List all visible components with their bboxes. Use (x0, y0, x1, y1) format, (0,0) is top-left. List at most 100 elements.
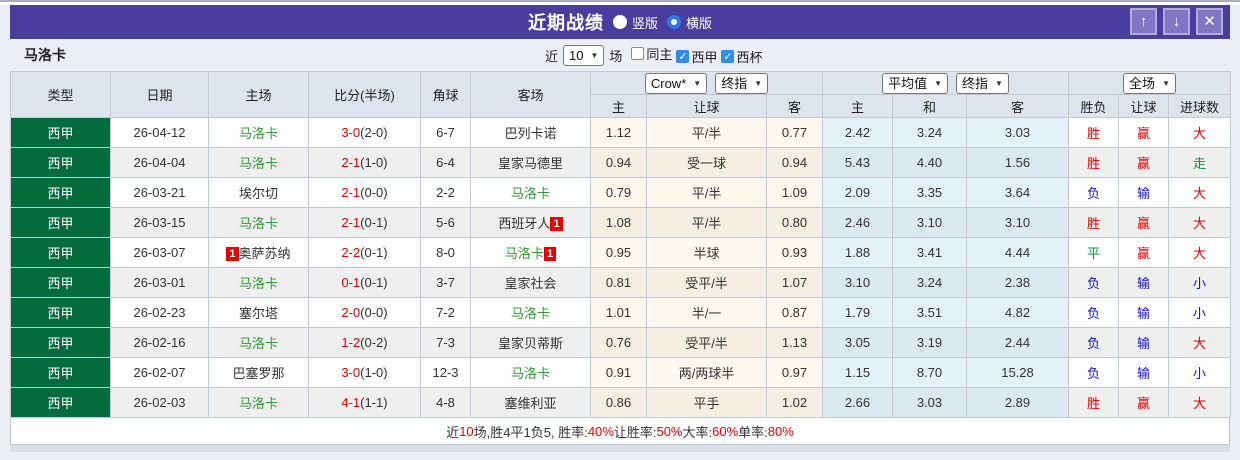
outcome-text: 胜 (1086, 156, 1100, 171)
full-match-select[interactable]: 全场 ▼ (1123, 72, 1176, 94)
away-team-name: 皇家贝蒂斯 (497, 336, 563, 351)
cell-handicap-home-odds: 1.08 (590, 207, 647, 238)
filter-controls: 近 10 ▼ 场 同主 ✓ 西甲 ✓ 西杯 (545, 44, 762, 66)
half-time-score: (0-0) (360, 185, 388, 200)
average-select[interactable]: 平均值 ▼ (882, 72, 948, 94)
cell-score: 2-1(0-0) (308, 177, 421, 208)
focus-team-name: 马洛卡 (24, 47, 66, 63)
cell-corners: 4-8 (420, 387, 471, 418)
cell-avg-away-odds: 2.89 (966, 387, 1069, 418)
outcome-text: 赢 (1136, 156, 1150, 171)
outcome-text: 输 (1136, 276, 1150, 291)
full-time-score: 2-1 (341, 155, 361, 170)
chevron-down-icon: ▼ (590, 50, 599, 60)
cell-avg-home-odds: 2.46 (822, 207, 893, 238)
cell-date: 26-02-03 (110, 387, 209, 418)
filter-checkboxes: 同主 ✓ 西甲 ✓ 西杯 (627, 44, 762, 66)
cell-away-team: 马洛卡 1 (470, 237, 591, 268)
cell-goals-outcome: 小 (1167, 267, 1232, 298)
cell-avg-draw-odds: 4.40 (892, 147, 967, 178)
filter-checkbox-西甲[interactable]: ✓ 西甲 (676, 47, 717, 66)
cell-home-team: 马洛卡 (208, 207, 309, 238)
cell-avg-draw-odds: 3.10 (892, 207, 967, 238)
cell-score: 0-1(0-1) (308, 267, 421, 298)
cell-goals-outcome: 小 (1167, 297, 1232, 328)
half-time-score: (1-0) (360, 155, 388, 170)
recent-results-table: 类型 日期 主场 比分(半场) 角球 客场 Crow* ▼ 终指 ▼ 平均值 ▼… (10, 71, 1232, 418)
cell-score: 2-1(0-1) (308, 207, 421, 238)
cell-score: 2-0(0-0) (308, 297, 421, 328)
cell-score: 2-1(1-0) (308, 147, 421, 178)
col-header-date: 日期 (110, 71, 209, 118)
cell-avg-home-odds: 2.42 (822, 117, 893, 148)
outcome-text: 平 (1086, 246, 1100, 261)
cell-score: 3-0(2-0) (308, 117, 421, 148)
cell-avg-away-odds: 2.44 (966, 327, 1069, 358)
away-team-name: 马洛卡 (510, 366, 550, 381)
match-row: 西甲 26-02-07 巴塞罗那 3-0(1-0) 12-3 马洛卡 0.91 两/两球半 0.… (10, 357, 1232, 388)
outcome-text: 输 (1136, 186, 1150, 201)
home-team-name: 马洛卡 (238, 336, 278, 351)
checkbox-checked-icon[interactable]: ✓ (676, 50, 690, 63)
cell-date: 26-03-01 (110, 267, 209, 298)
home-team-name: 马洛卡 (238, 276, 278, 291)
checkbox-checked-icon[interactable]: ✓ (721, 50, 735, 63)
cell-avg-draw-odds: 3.35 (892, 177, 967, 208)
match-row: 西甲 26-02-03 马洛卡 4-1(1-1) 4-8 塞维利亚 0.86 平手 1.02 2.… (10, 387, 1232, 418)
cell-home-team: 马洛卡 (208, 117, 309, 148)
match-row: 西甲 26-02-23 塞尔塔 2-0(0-0) 7-2 马洛卡 1.01 半/一 0.87 1.… (10, 297, 1232, 328)
cell-league: 西甲 (10, 177, 111, 208)
cell-avg-draw-odds: 3.03 (892, 387, 967, 418)
full-time-score: 2-1 (341, 215, 361, 230)
match-row: 西甲 26-03-21 埃尔切 2-1(0-0) 2-2 马洛卡 0.79 平/半 1.09 2.… (10, 177, 1232, 208)
radio-unselected-icon[interactable] (612, 15, 627, 29)
cell-goals-outcome: 大 (1167, 237, 1232, 268)
move-down-button[interactable]: ↓ (1163, 8, 1190, 35)
cell-corners: 3-7 (420, 267, 471, 298)
cell-handicap-outcome: 输 (1118, 327, 1169, 358)
recent-count-select[interactable]: 10 ▼ (563, 44, 605, 66)
panel-title: 近期战绩 (527, 13, 604, 33)
cell-avg-home-odds: 1.79 (822, 297, 893, 328)
chevron-down-icon: ▼ (934, 78, 942, 88)
cell-match-outcome: 胜 (1068, 387, 1119, 418)
handicap-final-odds-select[interactable]: 终指 ▼ (715, 72, 769, 94)
full-time-score: 3-0 (341, 365, 361, 380)
cell-handicap-home-odds: 1.01 (590, 297, 647, 328)
cell-corners: 7-2 (420, 297, 471, 328)
col-header-score: 比分(半场) (308, 71, 421, 118)
outcome-text: 赢 (1136, 396, 1150, 411)
cell-avg-draw-odds: 8.70 (892, 357, 967, 388)
layout-radio-vertical[interactable]: 竖版 (612, 13, 658, 32)
move-up-button[interactable]: ↑ (1130, 8, 1157, 35)
checkbox-label: 西杯 (736, 50, 763, 65)
cell-handicap-line: 受平/半 (646, 327, 767, 358)
radio-selected-icon[interactable] (667, 15, 681, 29)
cell-handicap-away-odds: 0.77 (766, 117, 823, 148)
match-row: 西甲 26-03-07 1 奥萨苏纳 2-2(0-1) 8-0 马洛卡 1 0.95 半球 0.93… (10, 237, 1232, 268)
summary-segment: 80% (767, 423, 794, 439)
filter-checkbox-西杯[interactable]: ✓ 西杯 (721, 47, 762, 66)
away-team-name: 皇家社会 (504, 276, 557, 291)
cell-handicap-outcome: 输 (1118, 267, 1169, 298)
cell-match-outcome: 负 (1068, 327, 1119, 358)
average-final-odds-select[interactable]: 终指 ▼ (956, 72, 1009, 94)
cell-handicap-outcome: 赢 (1118, 237, 1169, 268)
filter-checkbox-同主[interactable]: 同主 (631, 44, 672, 63)
outcome-text: 小 (1193, 276, 1207, 291)
bookmaker-select[interactable]: Crow* ▼ (644, 72, 708, 94)
cell-handicap-home-odds: 0.81 (590, 267, 647, 298)
cell-handicap-home-odds: 0.94 (590, 147, 647, 178)
match-row: 西甲 26-03-01 马洛卡 0-1(0-1) 3-7 皇家社会 0.81 受平/半 1.07… (10, 267, 1232, 298)
checkbox-unchecked-icon[interactable] (631, 47, 645, 60)
cell-avg-draw-odds: 3.19 (892, 327, 967, 358)
col-header-league: 类型 (10, 71, 111, 118)
half-time-score: (0-1) (360, 275, 388, 290)
cell-handicap-line: 平/半 (646, 117, 767, 148)
cell-date: 26-02-23 (110, 297, 209, 328)
close-button[interactable]: ✕ (1196, 8, 1223, 35)
sub-header-avg-away: 客 (966, 94, 1069, 118)
layout-radio-horizontal[interactable]: 横版 (667, 13, 712, 32)
near-label: 近 (545, 48, 559, 64)
cell-handicap-away-odds: 1.09 (766, 177, 823, 208)
